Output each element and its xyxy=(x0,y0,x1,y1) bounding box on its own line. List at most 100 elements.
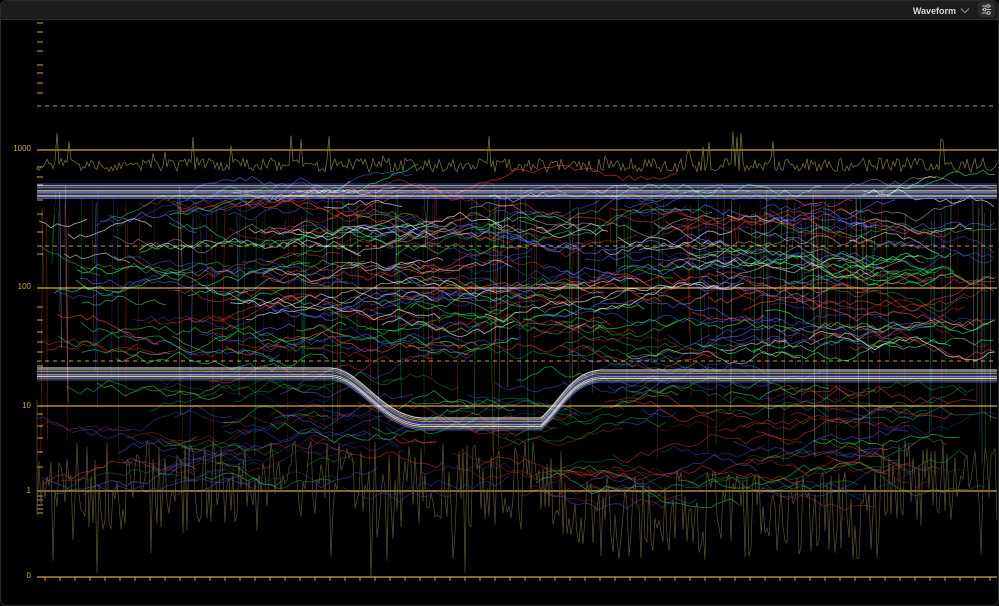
waveform-streak xyxy=(730,201,732,411)
waveform-trace xyxy=(667,334,711,348)
waveform-streak xyxy=(656,217,660,460)
waveform-streak xyxy=(124,203,127,344)
waveform-trace xyxy=(309,163,419,195)
waveform-trace xyxy=(395,242,529,256)
luma-trace-top xyxy=(36,131,998,174)
waveform-trace xyxy=(252,323,296,335)
waveform-streak xyxy=(58,211,60,312)
waveform-streak xyxy=(629,211,631,274)
waveform-trace xyxy=(593,281,745,313)
waveform-trace xyxy=(496,427,624,450)
waveform-streak xyxy=(761,207,766,342)
waveform-trace xyxy=(780,198,854,208)
waveform-streak xyxy=(379,193,383,262)
waveform-trace xyxy=(616,408,667,426)
waveform-trace xyxy=(582,345,722,372)
waveform-trace xyxy=(659,445,766,458)
waveform-trace xyxy=(614,389,679,407)
waveform-trace xyxy=(740,416,812,431)
waveform-streak xyxy=(300,216,303,374)
waveform-streak xyxy=(838,194,841,401)
waveform-trace xyxy=(60,457,195,482)
waveform-streak xyxy=(823,203,825,445)
waveform-streak xyxy=(195,192,198,250)
waveform-streak xyxy=(177,197,181,415)
waveform-trace xyxy=(223,415,393,442)
waveform-trace xyxy=(419,462,512,475)
waveform-streak xyxy=(369,203,373,466)
waveform-trace xyxy=(718,418,818,432)
scope-settings-button[interactable] xyxy=(978,2,995,17)
waveform-trace xyxy=(822,199,896,220)
waveform-streak xyxy=(492,214,495,291)
waveform-streak xyxy=(872,221,877,272)
waveform-streak xyxy=(972,198,975,369)
waveform-trace xyxy=(184,315,240,329)
waveform-trace xyxy=(872,335,993,346)
waveform-streak xyxy=(205,213,208,313)
waveform-scope-window: Waveform 1000 100 10 1 0 xyxy=(0,0,999,606)
waveform-trace xyxy=(409,259,549,274)
waveform-trace xyxy=(416,476,509,490)
waveform-trace xyxy=(856,319,996,331)
waveform-graph: 1000 100 10 1 0 xyxy=(1,20,998,605)
waveform-streak xyxy=(983,212,986,450)
waveform-trace xyxy=(787,280,969,313)
waveform-trace xyxy=(663,220,875,238)
waveform-streak xyxy=(930,208,935,427)
waveform-trace xyxy=(210,332,434,364)
waveform-streak xyxy=(211,210,214,442)
waveform-streak xyxy=(397,191,402,398)
waveform-streak xyxy=(817,193,820,267)
waveform-trace xyxy=(96,382,224,400)
waveform-streak xyxy=(753,212,756,381)
waveform-trace xyxy=(476,215,574,230)
waveform-streak xyxy=(845,198,849,316)
waveform-trace xyxy=(305,456,356,467)
chevron-down-icon xyxy=(960,4,970,14)
waveform-streak xyxy=(609,209,611,243)
waveform-trace xyxy=(342,486,456,503)
waveform-streak xyxy=(738,203,741,244)
waveform-streak xyxy=(456,194,462,420)
waveform-trace xyxy=(301,442,358,454)
waveform-streak xyxy=(303,189,308,379)
y-tick-label-1000: 1000 xyxy=(13,144,31,153)
y-tick-label-0: 0 xyxy=(26,571,31,580)
waveform-streak xyxy=(216,208,218,244)
waveform-trace xyxy=(147,293,317,325)
waveform-streak xyxy=(859,193,864,275)
waveform-trace xyxy=(57,332,233,354)
waveform-trace xyxy=(162,376,304,392)
waveform-streak xyxy=(498,224,502,446)
waveform-trace xyxy=(159,365,252,386)
waveform-trace xyxy=(65,379,221,396)
waveform-trace xyxy=(56,313,159,345)
waveform-plot xyxy=(36,22,998,581)
waveform-streak xyxy=(293,216,296,371)
waveform-trace xyxy=(463,343,717,372)
scope-header-bar: Waveform xyxy=(1,1,998,20)
waveform-trace xyxy=(738,227,920,249)
waveform-trace xyxy=(803,264,997,290)
waveform-streak xyxy=(944,205,947,375)
waveform-streak xyxy=(949,194,952,303)
waveform-trace xyxy=(81,295,167,306)
waveform-trace xyxy=(46,343,138,354)
waveform-trace xyxy=(664,217,846,235)
waveform-trace xyxy=(573,241,833,266)
scope-type-dropdown[interactable]: Waveform xyxy=(912,4,970,17)
scope-type-label: Waveform xyxy=(912,5,956,16)
waveform-trace xyxy=(475,456,680,481)
waveform-trace xyxy=(279,386,414,400)
waveform-trace xyxy=(262,257,444,282)
waveform-streak xyxy=(660,202,664,320)
waveform-trace xyxy=(847,386,975,408)
waveform-trace xyxy=(228,206,314,221)
waveform-streak xyxy=(474,198,477,413)
waveform-trace xyxy=(641,408,678,418)
waveform-trace xyxy=(808,330,996,361)
waveform-trace xyxy=(454,165,678,196)
waveform-streak xyxy=(199,215,203,265)
waveform-trace xyxy=(174,404,232,419)
